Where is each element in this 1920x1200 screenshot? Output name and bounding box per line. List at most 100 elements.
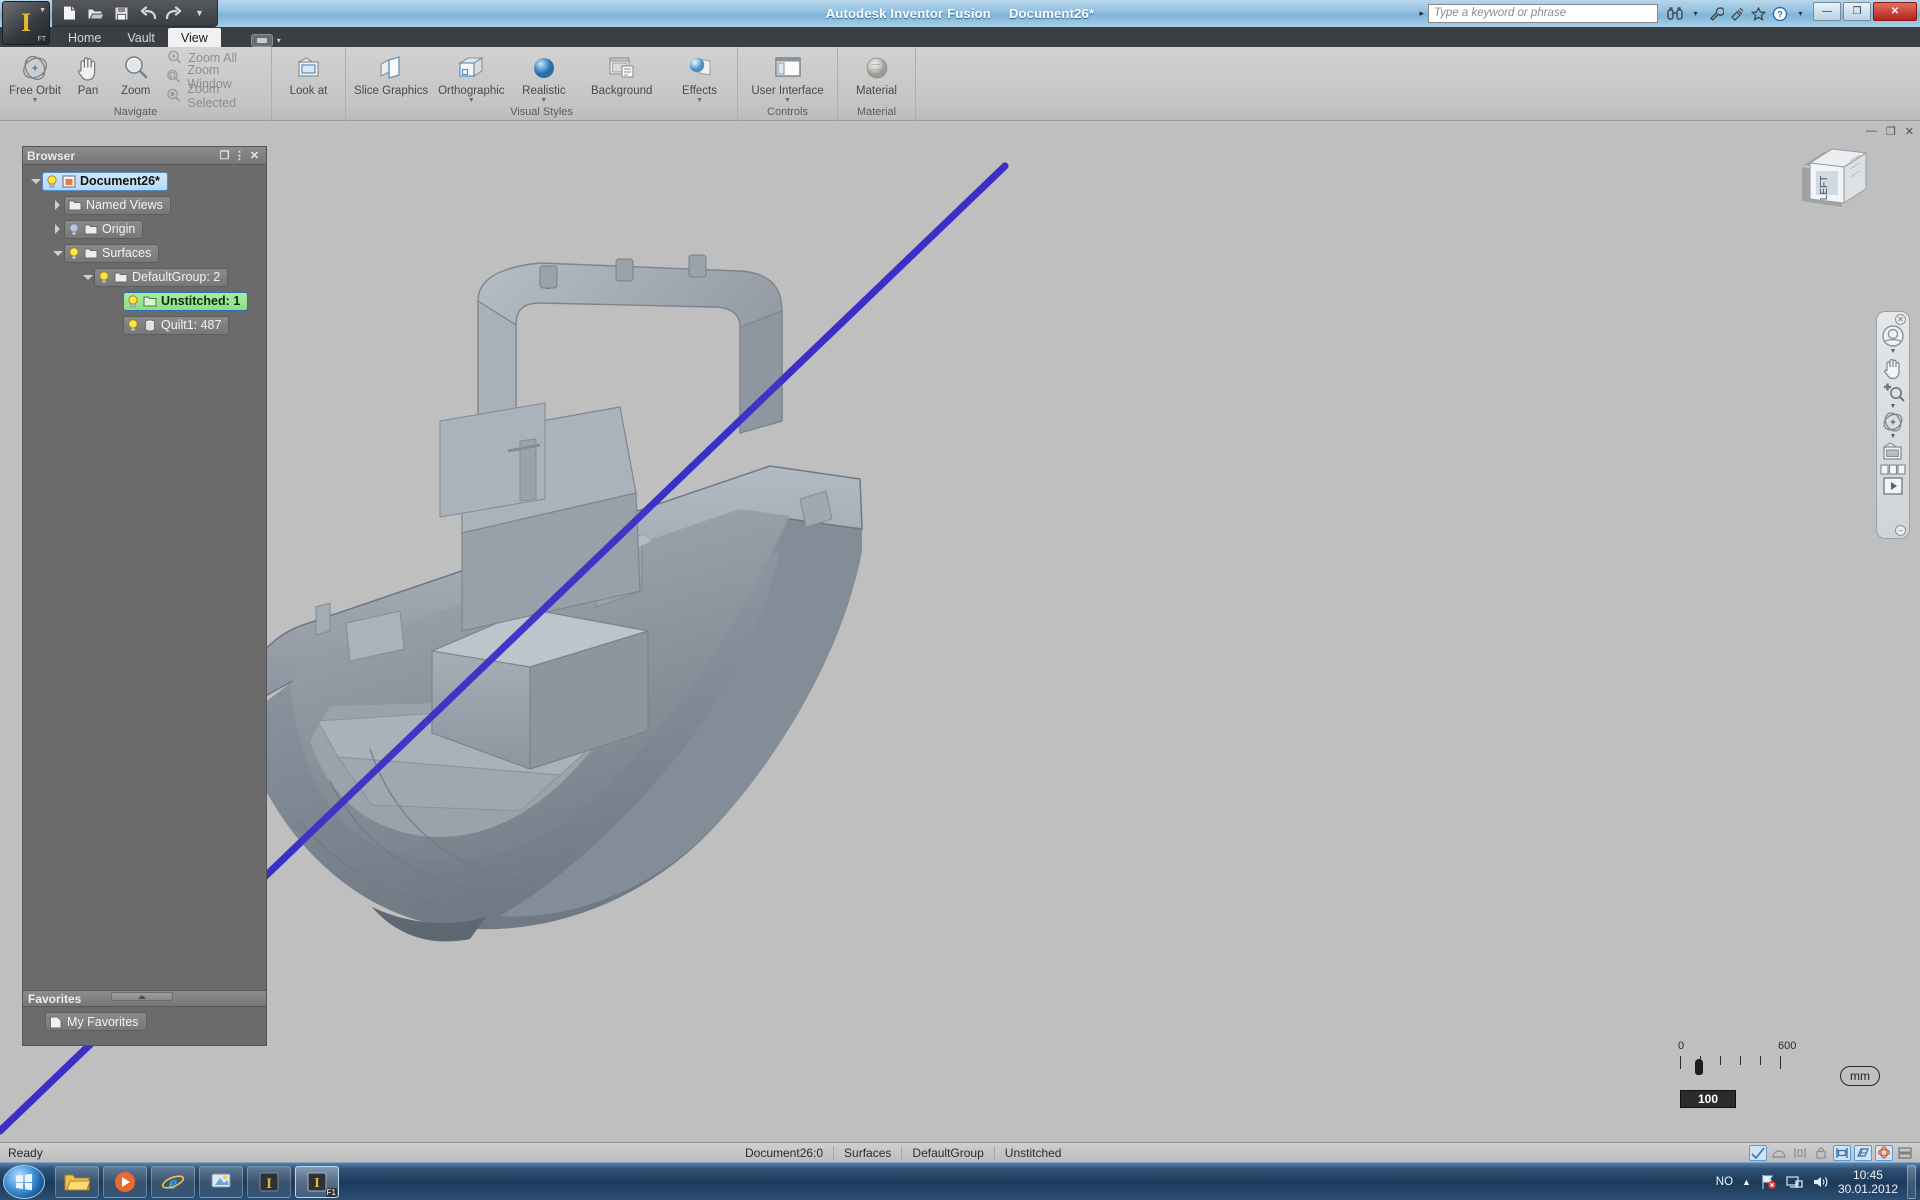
binoculars-icon[interactable]: [1665, 4, 1684, 23]
redo-icon[interactable]: [161, 3, 186, 24]
network-icon[interactable]: [1786, 1174, 1803, 1190]
pan-hand-icon[interactable]: [1879, 356, 1907, 380]
scale-unit-button[interactable]: mm: [1840, 1066, 1880, 1086]
user-interface-dropdown-icon[interactable]: ▼: [784, 97, 791, 104]
zoom-button[interactable]: Zoom: [111, 49, 160, 105]
grid-icon[interactable]: [1854, 1144, 1872, 1161]
tab-view[interactable]: View: [167, 28, 221, 47]
media-player-icon[interactable]: [103, 1165, 147, 1198]
doc-restore-button[interactable]: ❐: [1886, 125, 1896, 138]
viewport-3d[interactable]: [0, 121, 1920, 1148]
light-bulb-on-icon[interactable]: [127, 294, 139, 308]
light-bulb-off-icon[interactable]: [68, 222, 80, 236]
taskbar-clock[interactable]: 10:45 30.01.2012: [1838, 1168, 1898, 1196]
orthographic-dropdown-icon[interactable]: ▼: [468, 97, 475, 104]
expander-right-icon[interactable]: [51, 200, 64, 210]
wrench-icon[interactable]: [1707, 4, 1726, 23]
window-layout-icon[interactable]: [1879, 464, 1907, 476]
realistic-dropdown-icon[interactable]: ▼: [540, 97, 547, 104]
panels-icon[interactable]: [1896, 1145, 1914, 1161]
zoom-selected-button[interactable]: Zoom Selected: [166, 82, 260, 110]
check-select-icon[interactable]: [1749, 1144, 1767, 1161]
tab-home[interactable]: Home: [55, 28, 114, 47]
effects-dropdown-icon[interactable]: ▼: [696, 97, 703, 104]
tab-vault[interactable]: Vault: [114, 28, 168, 47]
scale-value-field[interactable]: 100: [1680, 1090, 1736, 1108]
help-dropdown-icon[interactable]: ▾: [1791, 4, 1810, 23]
restore-button[interactable]: ❐: [1843, 2, 1871, 21]
slice-graphics-button[interactable]: Slice Graphics: [351, 49, 431, 105]
start-orb-icon[interactable]: [3, 1164, 45, 1199]
play-animation-icon[interactable]: [1879, 477, 1907, 495]
zoom-icon[interactable]: [1879, 381, 1907, 403]
tree-item-surfaces[interactable]: Surfaces: [64, 243, 160, 263]
tree-row[interactable]: Document26*: [29, 171, 266, 191]
browser-menu-icon[interactable]: ⋮: [232, 149, 247, 163]
measure-icon[interactable]: [1791, 1145, 1809, 1161]
breadcrumb-unstitched[interactable]: Unstitched: [993, 1145, 1072, 1160]
orthographic-button[interactable]: Orthographic ▼: [431, 49, 511, 105]
star-icon[interactable]: [1749, 4, 1768, 23]
light-bulb-on-icon[interactable]: [46, 174, 58, 188]
locale-indicator[interactable]: NO: [1716, 1176, 1733, 1188]
inventor-icon[interactable]: I: [247, 1165, 291, 1198]
help-icon[interactable]: ?: [1770, 4, 1789, 23]
lock-icon[interactable]: [1812, 1145, 1830, 1161]
light-bulb-on-icon[interactable]: [127, 318, 139, 332]
binoculars-dropdown-icon[interactable]: ▾: [1686, 4, 1705, 23]
dome-icon[interactable]: [1770, 1145, 1788, 1161]
navbar-minimize-icon[interactable]: –: [1895, 525, 1906, 536]
flag-alert-icon[interactable]: [1760, 1174, 1777, 1190]
close-button[interactable]: ✕: [1873, 2, 1917, 21]
expander-down-icon[interactable]: [29, 178, 42, 184]
background-button[interactable]: Background: [576, 49, 667, 105]
inventor-fusion-icon[interactable]: I F1: [295, 1165, 339, 1198]
steering-wheel-dropdown-icon[interactable]: ▼: [1890, 348, 1897, 355]
zoom-dropdown-icon[interactable]: ▼: [1890, 403, 1897, 410]
breadcrumb-surfaces[interactable]: Surfaces: [833, 1145, 901, 1160]
effects-button[interactable]: Effects ▼: [667, 49, 732, 105]
tree-row[interactable]: Unstitched: 1: [29, 291, 266, 311]
navbar-close-icon[interactable]: ✕: [1895, 314, 1906, 325]
tree-item-document[interactable]: Document26*: [42, 171, 168, 191]
volume-icon[interactable]: [1812, 1174, 1829, 1190]
doc-minimize-button[interactable]: —: [1866, 125, 1877, 138]
free-orbit-button[interactable]: Free Orbit ▼: [5, 49, 65, 105]
frame-icon[interactable]: [1833, 1144, 1851, 1161]
light-bulb-on-icon[interactable]: [98, 270, 110, 284]
ribbon-options-caret-icon[interactable]: ▾: [277, 36, 281, 45]
application-menu-button[interactable]: I ▼ FT: [2, 1, 50, 45]
tree-item-default-group[interactable]: DefaultGroup: 2: [94, 267, 229, 287]
undo-icon[interactable]: [135, 3, 160, 24]
tray-expand-icon[interactable]: ▲: [1742, 1177, 1751, 1187]
free-orbit-dropdown-icon[interactable]: ▼: [32, 97, 39, 104]
minimize-button[interactable]: —: [1813, 2, 1841, 21]
tree-item-origin[interactable]: Origin: [64, 219, 144, 239]
pan-button[interactable]: Pan: [65, 49, 111, 105]
breadcrumb-document[interactable]: Document26:0: [735, 1146, 833, 1160]
look-at-icon[interactable]: [1879, 441, 1907, 463]
orbit-icon[interactable]: [1879, 411, 1907, 433]
expander-down-icon[interactable]: [51, 250, 64, 256]
light-bulb-on-icon[interactable]: [68, 246, 80, 260]
paint-icon[interactable]: [199, 1165, 243, 1198]
expander-right-icon[interactable]: [51, 224, 64, 234]
look-at-button[interactable]: Look at: [277, 49, 340, 105]
satellite-icon[interactable]: [1728, 4, 1747, 23]
realistic-button[interactable]: Realistic ▼: [511, 49, 576, 105]
orbit-red-icon[interactable]: [1875, 1144, 1893, 1161]
tree-item-named-views[interactable]: Named Views: [64, 195, 171, 215]
steering-wheel-icon[interactable]: [1879, 324, 1907, 348]
orbit-dropdown-icon[interactable]: ▼: [1890, 433, 1897, 440]
browser-dock-icon[interactable]: ❐: [217, 149, 232, 163]
view-cube[interactable]: LEFT: [1794, 143, 1878, 221]
show-desktop-button[interactable]: [1907, 1164, 1916, 1199]
explorer-icon[interactable]: [55, 1165, 99, 1198]
doc-close-button[interactable]: ✕: [1905, 125, 1914, 138]
internet-explorer-icon[interactable]: e: [151, 1165, 195, 1198]
scale-slider-thumb[interactable]: [1695, 1059, 1703, 1075]
tree-row[interactable]: Origin: [29, 219, 266, 239]
breadcrumb-defaultgroup[interactable]: DefaultGroup: [901, 1145, 993, 1160]
tree-row[interactable]: Surfaces: [29, 243, 266, 263]
search-expand-icon[interactable]: ▸: [1415, 8, 1428, 19]
